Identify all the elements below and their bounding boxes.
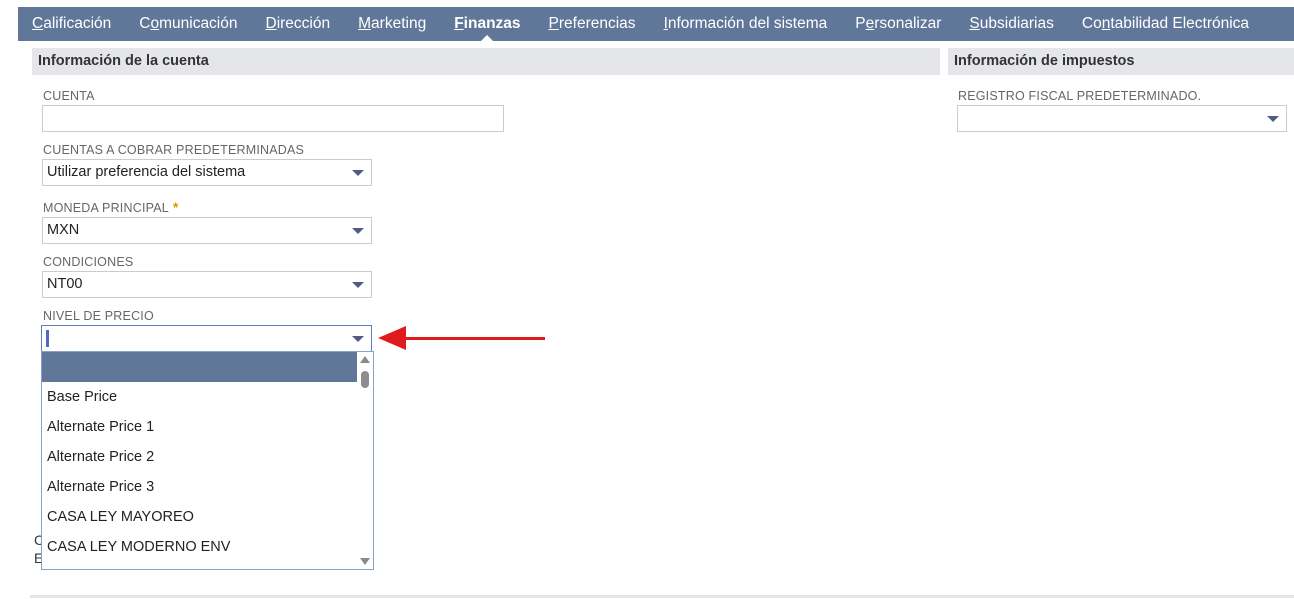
section-header-account-info: Información de la cuenta [32,48,940,75]
dropdown-option[interactable]: Alternate Price 3 [42,472,358,502]
nivel-precio-select[interactable] [41,325,372,352]
tab-preferencias[interactable]: Preferencias [535,7,650,41]
tab-label-accesskey: S [969,15,980,32]
dropdown-option[interactable]: Alternate Price 2 [42,442,358,472]
moneda-value: MXN [47,222,80,238]
tab-marketing[interactable]: Marketing [344,7,440,41]
cuentas-cobrar-select[interactable]: Utilizar preferencia del sistema [42,159,372,186]
dropdown-option[interactable]: Base Price [42,382,358,412]
condiciones-value: NT00 [47,276,83,292]
dropdown-option[interactable]: CASA LEY MAYOREO [42,502,358,532]
arrow-head [378,326,406,350]
tab-label-accesskey: P [548,15,559,32]
tab-label: P [855,15,866,32]
tab-label: irección [276,15,331,32]
tab-label-accesskey: M [358,15,372,32]
cuenta-input[interactable] [42,105,504,132]
field-label-registro-fiscal: REGISTRO FISCAL PREDETERMINADO. [958,89,1202,103]
caret-down-icon [352,170,364,176]
dropdown-option[interactable]: Alternate Price 1 [42,412,358,442]
scroll-down-icon[interactable] [360,558,370,565]
field-label-nivel-precio: NIVEL DE PRECIO [43,309,154,323]
tab-label: referencias [558,15,636,32]
required-indicator: * [172,199,179,215]
tab-label: municación [159,15,238,32]
tab-label: rsonalizar [874,15,942,32]
text-cursor [46,330,49,347]
moneda-label-text: MONEDA PRINCIPAL [43,201,169,215]
arrow-shaft [400,337,545,340]
moneda-select[interactable]: MXN [42,217,372,244]
tab-label-accesskey: D [265,15,277,32]
registro-fiscal-select[interactable] [957,105,1287,132]
dropdown-option-empty[interactable] [42,352,358,382]
cuentas-cobrar-value: Utilizar preferencia del sistema [47,164,246,180]
condiciones-select[interactable]: NT00 [42,271,372,298]
tab-label: nformación del sistema [667,15,828,32]
tab-informacion-sistema[interactable]: Información del sistema [650,7,842,41]
tab-comunicacion[interactable]: Comunicación [125,7,251,41]
tab-label: tabilidad Electrónica [1110,15,1250,32]
tab-direccion[interactable]: Dirección [252,7,345,41]
dropdown-option[interactable]: CASA LEY MODERNO ENV [42,532,358,562]
nivel-precio-dropdown-list[interactable]: Base Price Alternate Price 1 Alternate P… [41,351,374,570]
field-label-condiciones: CONDICIONES [43,255,134,269]
caret-down-icon [352,228,364,234]
scroll-up-icon[interactable] [360,356,370,363]
tab-finanzas[interactable]: Finanzas [440,7,534,41]
tab-calificacion[interactable]: Calificación [18,7,125,41]
tab-label: arketing [371,15,427,32]
section-header-tax-info: Información de impuestos [948,48,1294,75]
dropdown-scrollbar[interactable] [357,352,373,569]
tab-label: inanzas [463,15,521,32]
field-label-moneda: MONEDA PRINCIPAL * [43,199,179,215]
caret-down-icon [1267,116,1279,122]
field-label-cuenta: CUENTA [43,89,95,103]
tab-label: alificación [43,15,112,32]
field-label-cuentas-cobrar: CUENTAS A COBRAR PREDETERMINADAS [43,143,305,157]
tab-label-accesskey: F [454,15,464,32]
tab-label: ubsidiarias [979,15,1054,32]
tab-label-accesskey: e [865,15,875,32]
subtab-bar: Calificación Comunicación Dirección Mark… [18,7,1294,41]
tab-label-accesskey: o [150,15,160,32]
tab-label: Co [1081,15,1102,32]
tab-label: C [139,15,151,32]
caret-down-icon [352,336,364,342]
tab-subsidiarias[interactable]: Subsidiarias [955,7,1067,41]
tab-personalizar[interactable]: Personalizar [841,7,955,41]
tab-label-accesskey: C [32,15,44,32]
tab-contabilidad-electronica[interactable]: Contabilidad Electrónica [1068,7,1263,41]
divider [30,595,1294,598]
caret-down-icon [352,282,364,288]
scrollbar-thumb[interactable] [361,371,369,388]
